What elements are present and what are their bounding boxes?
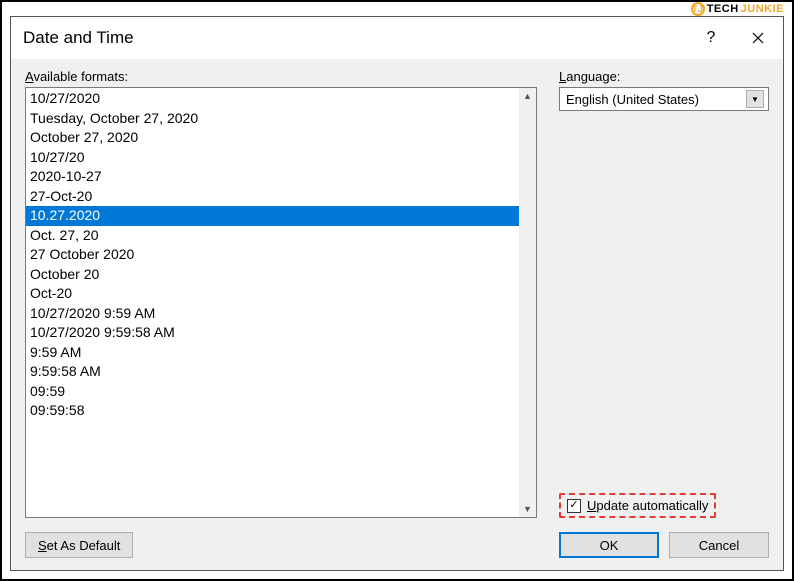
cancel-button[interactable]: Cancel <box>669 532 769 558</box>
update-automatically-highlight: ✓ Update automatically <box>559 493 716 518</box>
format-option[interactable]: 09:59 <box>26 382 519 402</box>
dialog-button-row: Set As Default OK Cancel <box>11 526 783 570</box>
format-option[interactable]: 9:59 AM <box>26 343 519 363</box>
help-button[interactable]: ? <box>701 29 721 47</box>
format-option[interactable]: Oct. 27, 20 <box>26 226 519 246</box>
language-value: English (United States) <box>566 92 746 107</box>
format-option[interactable]: 2020-10-27 <box>26 167 519 187</box>
dropdown-button[interactable]: ▼ <box>746 90 764 108</box>
scroll-down-icon[interactable]: ▼ <box>523 504 532 514</box>
set-as-default-button[interactable]: Set As Default <box>25 532 133 558</box>
chevron-down-icon: ▼ <box>751 95 759 104</box>
format-option[interactable]: 27-Oct-20 <box>26 187 519 207</box>
close-button[interactable] <box>751 31 771 45</box>
format-option[interactable]: October 20 <box>26 265 519 285</box>
ok-button[interactable]: OK <box>559 532 659 558</box>
update-automatically-checkbox[interactable]: ✓ <box>567 499 581 513</box>
watermark-brand: TJ TECHJUNKIE <box>691 2 784 16</box>
available-formats-label: Available formats: <box>25 69 537 84</box>
watermark-text-prefix: TECH <box>707 3 739 15</box>
format-option[interactable]: 10/27/2020 9:59 AM <box>26 304 519 324</box>
format-option[interactable]: Oct-20 <box>26 284 519 304</box>
format-option[interactable]: October 27, 2020 <box>26 128 519 148</box>
update-automatically-label: Update automatically <box>587 498 708 513</box>
watermark-icon: TJ <box>691 2 705 16</box>
format-option[interactable]: 9:59:58 AM <box>26 362 519 382</box>
date-time-dialog: Date and Time ? Available formats: 10/27… <box>10 16 784 571</box>
screenshot-frame: TJ TECHJUNKIE Date and Time ? Available … <box>0 0 794 581</box>
watermark-text-suffix: JUNKIE <box>741 3 784 15</box>
listbox-scrollbar[interactable]: ▲ ▼ <box>519 88 536 517</box>
scroll-up-icon[interactable]: ▲ <box>523 91 532 101</box>
formats-listbox[interactable]: 10/27/2020Tuesday, October 27, 2020Octob… <box>25 87 537 518</box>
format-option[interactable]: 09:59:58 <box>26 401 519 421</box>
format-option[interactable]: 10/27/2020 9:59:58 AM <box>26 323 519 343</box>
dialog-title: Date and Time <box>23 28 701 48</box>
language-select[interactable]: English (United States) ▼ <box>559 87 769 111</box>
format-option[interactable]: 10.27.2020 <box>26 206 519 226</box>
format-option[interactable]: 10/27/20 <box>26 148 519 168</box>
format-option[interactable]: 10/27/2020 <box>26 89 519 109</box>
format-option[interactable]: Tuesday, October 27, 2020 <box>26 109 519 129</box>
titlebar: Date and Time ? <box>11 17 783 59</box>
language-label: Language: <box>559 69 769 84</box>
format-option[interactable]: 27 October 2020 <box>26 245 519 265</box>
checkmark-icon: ✓ <box>569 500 578 511</box>
close-icon <box>751 31 765 45</box>
